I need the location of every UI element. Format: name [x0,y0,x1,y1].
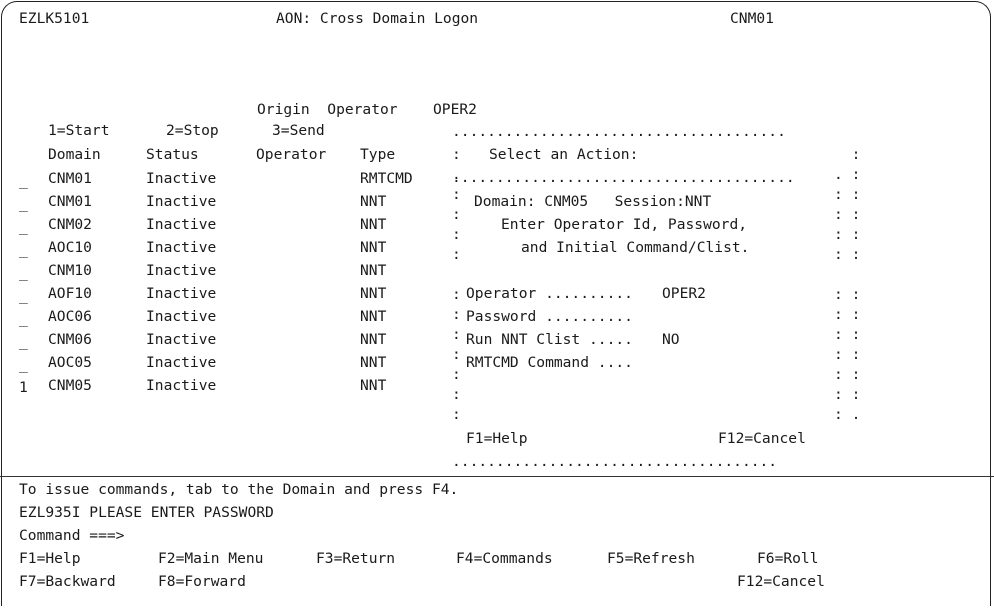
screen-title: AON: Cross Domain Logon [276,10,479,27]
row-type: NNT [360,239,387,256]
row-status: Inactive [146,331,217,348]
rmtcmd-field-label: RMTCMD Command .... [466,354,633,371]
popup-border-right: : . : : : : : : : : : : : : : : : : : : … [834,146,861,423]
row-selector-input[interactable]: _ [19,309,28,329]
row-status: Inactive [146,354,217,371]
header-domain: CNM01 [730,10,774,27]
rmtcmd-input[interactable] [662,353,812,373]
row-status: Inactive [146,239,217,256]
fkey-forward[interactable]: F8=Forward [158,572,246,592]
screen-id: EZLK5101 [19,10,90,27]
origin-operator-label: Origin Operator [257,101,398,118]
row-status: Inactive [146,377,217,394]
col-header-operator: Operator [256,146,327,163]
row-selector-input[interactable]: _ [19,286,28,306]
fkey-return[interactable]: F3=Return [316,549,395,569]
operator-input[interactable]: OPER2 [662,284,706,304]
row-domain[interactable]: CNM02 [48,215,92,235]
row-domain[interactable]: CNM05 [48,376,92,396]
row-domain[interactable]: CNM10 [48,261,92,281]
col-header-status: Status [146,146,199,163]
popup-help-key[interactable]: F1=Help [466,429,528,449]
run-clist-input[interactable]: NO [662,330,680,350]
row-selector-input[interactable]: _ [19,332,28,352]
row-selector-input[interactable]: _ [19,217,28,237]
col-header-domain: Domain [48,146,101,163]
popup-cancel-key[interactable]: F12=Cancel [718,429,806,449]
row-domain[interactable]: CNM01 [48,169,92,189]
row-type: NNT [360,262,387,279]
row-domain[interactable]: AOC10 [48,238,92,258]
row-status: Inactive [146,308,217,325]
row-type: NNT [360,331,387,348]
row-domain[interactable]: AOF10 [48,284,92,304]
popup-border-bottom: ..................................... [452,453,778,470]
row-domain[interactable]: AOC06 [48,307,92,327]
row-type: NNT [360,193,387,210]
row-status: Inactive [146,216,217,233]
action-start: 1=Start [48,122,110,139]
fkey-help[interactable]: F1=Help [19,549,81,569]
popup-title: Select an Action: [489,146,639,163]
popup-instruction-1: Enter Operator Id, Password, [501,216,748,233]
row-status: Inactive [146,262,217,279]
instruction-message: To issue commands, tab to the Domain and… [19,481,459,498]
fkey-roll[interactable]: F6=Roll [757,549,819,569]
fkey-backward[interactable]: F7=Backward [19,572,116,592]
password-field-label: Password .......... [466,308,633,325]
message-divider [0,476,994,477]
row-status: Inactive [146,285,217,302]
row-selector-input[interactable]: _ [19,171,28,191]
operator-field-label: Operator .......... [466,285,633,302]
popup-instruction-2: and Initial Command/Clist. [521,239,750,256]
run-clist-field-label: Run NNT Clist ..... [466,331,633,348]
row-type: NNT [360,354,387,371]
row-selector-input[interactable]: _ [19,355,28,375]
origin-operator-value: OPER2 [433,101,477,118]
row-type: NNT [360,216,387,233]
command-prompt: Command ===> [19,527,125,544]
row-selector-input[interactable]: _ [19,194,28,214]
row-selector-input[interactable]: _ [19,263,28,283]
fkey-main-menu[interactable]: F2=Main Menu [158,549,263,569]
popup-border-top: ...................................... [452,123,786,140]
action-send: 3=Send [272,122,325,139]
row-status: Inactive [146,193,217,210]
row-domain[interactable]: CNM01 [48,192,92,212]
col-header-type: Type [360,146,396,163]
action-stop: 2=Stop [166,122,219,139]
row-status: Inactive [146,170,217,187]
row-type: NNT [360,308,387,325]
command-input[interactable] [140,526,960,546]
row-type: RMTCMD [360,170,413,187]
row-type: NNT [360,285,387,302]
popup-divider: ....................................... [452,169,795,186]
row-selector-input[interactable]: _ [19,240,28,260]
password-input[interactable] [662,307,812,327]
row-selector-input[interactable]: 1 [19,378,28,398]
popup-domain-line: Domain: CNM05 Session:NNT [474,193,712,210]
fkey-cancel[interactable]: F12=Cancel [737,572,825,592]
row-type: NNT [360,377,387,394]
fkey-refresh[interactable]: F5=Refresh [607,549,695,569]
status-message: EZL935I PLEASE ENTER PASSWORD [19,504,274,521]
row-domain[interactable]: CNM06 [48,330,92,350]
fkey-commands[interactable]: F4=Commands [456,549,553,569]
row-domain[interactable]: AOC05 [48,353,92,373]
